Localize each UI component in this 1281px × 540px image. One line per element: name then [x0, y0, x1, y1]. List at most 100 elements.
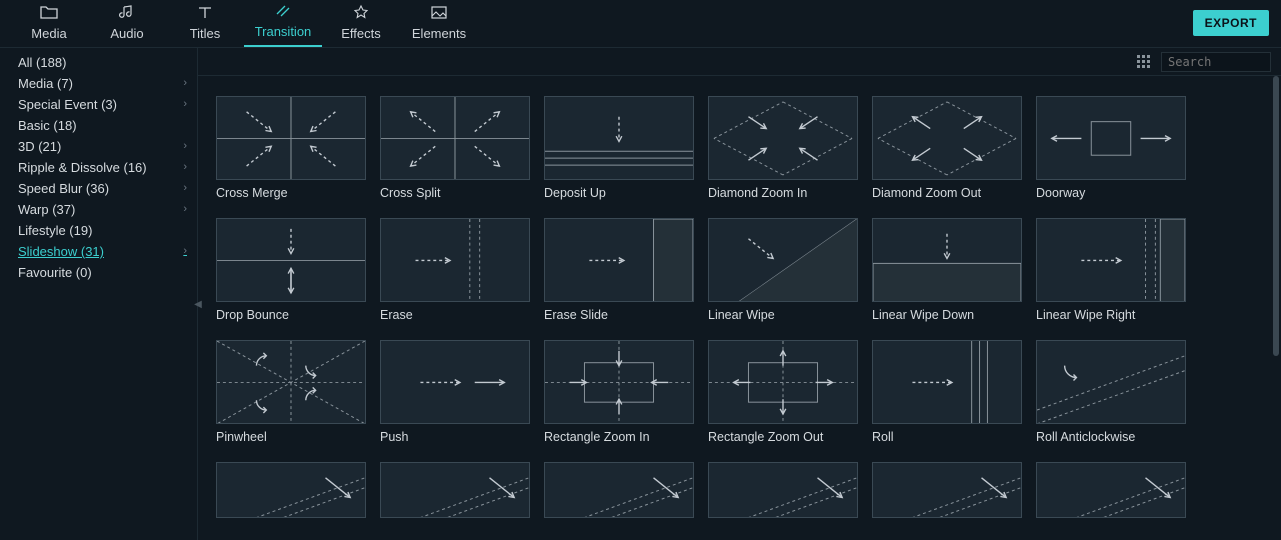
sidebar-item-label: Slideshow (31) — [18, 243, 104, 260]
transition-thumbnail[interactable] — [216, 218, 366, 302]
main-panel: Cross MergeCross SplitDeposit UpDiamond … — [198, 48, 1281, 540]
transition-thumbnail[interactable] — [872, 340, 1022, 424]
transition-cell: Drop Bounce — [216, 218, 366, 330]
transition-thumbnail[interactable] — [1036, 96, 1186, 180]
tab-label: Effects — [341, 26, 381, 41]
tab-media[interactable]: Media — [10, 4, 88, 47]
tab-elements[interactable]: Elements — [400, 4, 478, 47]
toolbar — [198, 48, 1281, 76]
transition-thumbnail[interactable] — [1036, 462, 1186, 518]
sidebar-item-label: Special Event (3) — [18, 96, 117, 113]
sidebar: All (188) Media (7)› Special Event (3) › Bas… — [0, 48, 198, 540]
transition-label: Diamond Zoom Out — [872, 180, 1022, 208]
search-box[interactable] — [1161, 52, 1271, 72]
sidebar-item-label: 3D (21) — [18, 138, 61, 155]
sidebar-item[interactable]: Speed Blur (36)› — [0, 178, 197, 199]
transition-thumbnail[interactable] — [544, 340, 694, 424]
transition-label: Rectangle Zoom In — [544, 424, 694, 452]
sidebar-item[interactable]: Media (7)› — [0, 73, 197, 94]
sidebar-item[interactable]: Basic (18) — [0, 115, 197, 136]
transitions-grid: Cross MergeCross SplitDeposit UpDiamond … — [216, 96, 1263, 518]
transition-label: Doorway — [1036, 180, 1186, 208]
sidebar-item[interactable]: All (188) — [0, 52, 197, 73]
effects-icon — [351, 4, 371, 22]
folder-icon — [39, 4, 59, 22]
transition-label: Roll — [872, 424, 1022, 452]
tab-label: Elements — [412, 26, 466, 41]
sidebar-item[interactable]: Lifestyle (19) — [0, 220, 197, 241]
chevron-right-icon: › — [183, 75, 187, 92]
transitions-grid-scroll: Cross MergeCross SplitDeposit UpDiamond … — [198, 76, 1281, 540]
image-icon — [429, 4, 449, 22]
transition-thumbnail[interactable] — [216, 340, 366, 424]
transition-label: Drop Bounce — [216, 302, 366, 330]
transition-cell — [1036, 462, 1186, 518]
transition-thumbnail[interactable] — [1036, 218, 1186, 302]
transition-label: Linear Wipe — [708, 302, 858, 330]
transition-cell: Erase — [380, 218, 530, 330]
transition-label: Linear Wipe Right — [1036, 302, 1186, 330]
transition-label: Linear Wipe Down — [872, 302, 1022, 330]
chevron-right-icon: › — [183, 243, 187, 260]
chevron-right-icon: › — [183, 180, 187, 197]
transition-thumbnail[interactable] — [872, 96, 1022, 180]
transition-thumbnail[interactable] — [216, 96, 366, 180]
transition-thumbnail[interactable] — [380, 218, 530, 302]
tab-label: Audio — [110, 26, 143, 41]
sidebar-item[interactable]: Favourite (0) — [0, 262, 197, 283]
scrollbar[interactable] — [1273, 76, 1279, 356]
transition-thumbnail[interactable] — [872, 462, 1022, 518]
transition-thumbnail[interactable] — [708, 218, 858, 302]
transition-thumbnail[interactable] — [544, 218, 694, 302]
chevron-right-icon: › — [183, 159, 187, 176]
sidebar-item[interactable]: Special Event (3) › — [0, 94, 197, 115]
search-input[interactable] — [1168, 55, 1281, 69]
sidebar-item-label: Favourite (0) — [18, 264, 92, 281]
transition-cell — [380, 462, 530, 518]
transition-cell: Pinwheel — [216, 340, 366, 452]
transition-cell — [544, 462, 694, 518]
transition-thumbnail[interactable] — [708, 96, 858, 180]
tab-transition[interactable]: Transition — [244, 2, 322, 47]
tab-effects[interactable]: Effects — [322, 4, 400, 47]
transition-thumbnail[interactable] — [380, 96, 530, 180]
sidebar-item[interactable]: Slideshow (31) › — [0, 241, 197, 262]
sidebar-item-label: All (188) — [18, 54, 66, 71]
transition-label: Cross Merge — [216, 180, 366, 208]
transition-cell: Roll Anticlockwise — [1036, 340, 1186, 452]
transition-thumbnail[interactable] — [380, 462, 530, 518]
transition-label: Push — [380, 424, 530, 452]
sidebar-item[interactable]: 3D (21)› — [0, 136, 197, 157]
sidebar-item[interactable]: Ripple & Dissolve (16) › — [0, 157, 197, 178]
chevron-right-icon: › — [183, 96, 187, 113]
sidebar-item-label: Basic (18) — [18, 117, 77, 134]
music-icon — [117, 4, 137, 22]
transition-thumbnail[interactable] — [544, 462, 694, 518]
tab-label: Media — [31, 26, 66, 41]
text-icon — [195, 4, 215, 22]
transition-thumbnail[interactable] — [544, 96, 694, 180]
transition-thumbnail[interactable] — [872, 218, 1022, 302]
transition-label: Pinwheel — [216, 424, 366, 452]
tab-titles[interactable]: Titles — [166, 4, 244, 47]
transition-thumbnail[interactable] — [708, 340, 858, 424]
transition-cell: Linear Wipe Down — [872, 218, 1022, 330]
transition-cell: Diamond Zoom Out — [872, 96, 1022, 208]
sidebar-item-label: Ripple & Dissolve (16) — [18, 159, 147, 176]
transition-cell: Cross Merge — [216, 96, 366, 208]
sidebar-item[interactable]: Warp (37)› — [0, 199, 197, 220]
transition-thumbnail[interactable] — [708, 462, 858, 518]
transition-label: Erase — [380, 302, 530, 330]
transition-thumbnail[interactable] — [216, 462, 366, 518]
tab-audio[interactable]: Audio — [88, 4, 166, 47]
export-button[interactable]: EXPORT — [1193, 10, 1269, 36]
tab-label: Titles — [190, 26, 221, 41]
transition-label: Diamond Zoom In — [708, 180, 858, 208]
transition-icon — [273, 2, 293, 20]
transition-thumbnail[interactable] — [1036, 340, 1186, 424]
transition-cell: Doorway — [1036, 96, 1186, 208]
transition-cell: Linear Wipe Right — [1036, 218, 1186, 330]
transition-thumbnail[interactable] — [380, 340, 530, 424]
grid-view-icon[interactable] — [1137, 55, 1151, 69]
transition-cell — [708, 462, 858, 518]
